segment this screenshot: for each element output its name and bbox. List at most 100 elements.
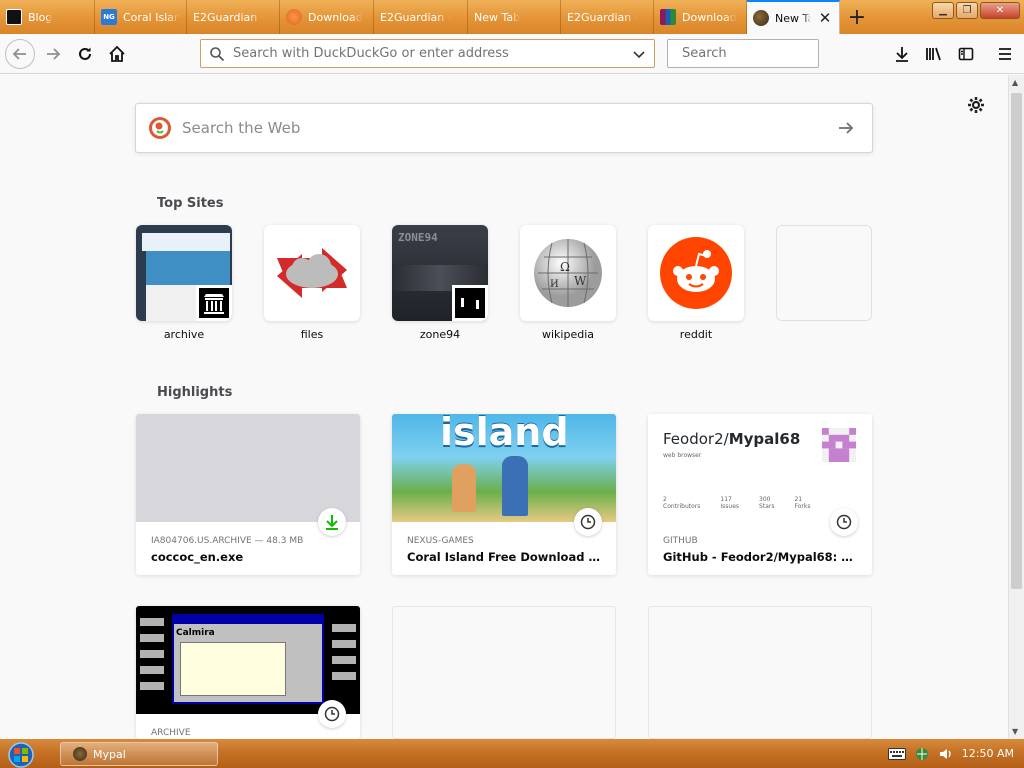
top-site-wikipedia[interactable]: ΩW И wikipedia bbox=[520, 225, 616, 341]
firefox-favicon bbox=[286, 9, 302, 25]
tab-label: Blog bbox=[28, 10, 53, 24]
repo-stat: 2 Contributors bbox=[663, 496, 700, 510]
history-icon bbox=[324, 706, 340, 722]
minimize-button[interactable]: ▁ bbox=[932, 2, 954, 19]
top-site-reddit[interactable]: reddit bbox=[648, 225, 744, 341]
restore-icon: ❐ bbox=[962, 5, 972, 16]
reload-button[interactable] bbox=[70, 39, 100, 69]
library-icon bbox=[926, 47, 941, 61]
highlight-card-coccoc[interactable]: IA804706.US.ARCHIVE — 48.3 MB coccoc_en.… bbox=[136, 414, 360, 575]
tab-strip: Blog NG Coral Island E2Guardian - Downlo… bbox=[0, 0, 1024, 34]
duckduckgo-logo-icon bbox=[149, 117, 171, 139]
scroll-up-icon[interactable]: ▲ bbox=[1012, 78, 1018, 87]
tab-blog[interactable]: Blog bbox=[0, 0, 95, 34]
history-badge bbox=[574, 508, 602, 536]
repo-stat: 300 Stars bbox=[759, 496, 774, 510]
card-context: ARCHIVE bbox=[151, 728, 191, 738]
preferences-button[interactable] bbox=[966, 95, 986, 115]
scroll-thumb[interactable] bbox=[1011, 93, 1022, 589]
tab-label: New Tab bbox=[474, 10, 521, 24]
new-tab-page: Top Sites archive files ZONE94 zone94 bbox=[0, 75, 1008, 739]
history-icon bbox=[580, 514, 596, 530]
downloads-button[interactable] bbox=[887, 39, 917, 69]
clock[interactable]: 12:50 AM bbox=[962, 747, 1014, 760]
tab-e2guardian-2[interactable]: E2Guardian - bbox=[374, 0, 468, 34]
url-input[interactable] bbox=[233, 46, 632, 61]
highlight-card-archive[interactable]: Calmira ARCHIVE bbox=[136, 606, 360, 739]
scroll-down-icon[interactable]: ▼ bbox=[1012, 727, 1018, 736]
home-icon bbox=[109, 45, 125, 62]
navigation-toolbar bbox=[0, 34, 1024, 74]
site-label: files bbox=[300, 328, 324, 341]
tab-label: E2Guardian - bbox=[567, 10, 639, 24]
tab-label: E2Guardian - bbox=[193, 10, 265, 24]
highlight-card-empty bbox=[648, 606, 872, 739]
site-thumbnail: ZONE94 bbox=[392, 225, 488, 321]
repo-name: Mypal68 bbox=[728, 430, 801, 448]
tab-download-1[interactable]: Download bbox=[280, 0, 374, 34]
new-tab-button[interactable]: + bbox=[843, 3, 871, 31]
forward-button[interactable] bbox=[38, 39, 68, 69]
coral-island-game-art: island bbox=[440, 414, 569, 454]
download-arrow-icon bbox=[896, 47, 908, 62]
repo-stat: 117 Issues bbox=[720, 496, 739, 510]
tab-label: E2Guardian - bbox=[380, 10, 452, 24]
repo-stats: 2 Contributors 117 Issues 300 Stars 21 Forks bbox=[663, 496, 810, 510]
chevron-down-icon[interactable] bbox=[632, 47, 646, 61]
tab-e2guardian-3[interactable]: E2Guardian - bbox=[561, 0, 654, 34]
tab-new-tab-1[interactable]: New Tab bbox=[468, 0, 561, 34]
back-button[interactable] bbox=[5, 39, 35, 69]
card-preview bbox=[136, 414, 360, 522]
taskbar-mypal-window[interactable]: Mypal bbox=[60, 742, 218, 766]
search-input[interactable] bbox=[682, 46, 852, 61]
blog-favicon bbox=[6, 9, 22, 25]
network-icon[interactable] bbox=[914, 746, 930, 762]
sidebar-button[interactable] bbox=[951, 39, 981, 69]
arrow-right-icon[interactable] bbox=[836, 118, 856, 138]
close-tab-icon[interactable]: ✕ bbox=[817, 9, 833, 27]
search-bar[interactable] bbox=[667, 39, 852, 68]
top-site-archive[interactable]: archive bbox=[136, 225, 232, 341]
top-site-empty[interactable] bbox=[776, 225, 872, 328]
restore-button[interactable]: ❐ bbox=[956, 2, 978, 19]
forward-arrow-icon bbox=[47, 48, 61, 60]
start-button[interactable] bbox=[6, 742, 42, 768]
library-button[interactable] bbox=[919, 39, 949, 69]
volume-icon[interactable] bbox=[938, 746, 954, 762]
close-window-button[interactable]: ✕ bbox=[980, 2, 1020, 19]
site-label: zone94 bbox=[419, 328, 461, 341]
reload-icon bbox=[79, 47, 91, 60]
hamburger-icon bbox=[999, 48, 1011, 60]
web-search-box[interactable] bbox=[135, 103, 873, 153]
tab-label: Download bbox=[308, 10, 363, 24]
card-context: GITHUB bbox=[663, 536, 698, 546]
highlight-card-coral-island[interactable]: island NEXUS-GAMES Coral Island Free Dow… bbox=[392, 414, 616, 575]
home-button[interactable] bbox=[102, 39, 132, 69]
archive-icon bbox=[196, 285, 232, 321]
tab-e2guardian-1[interactable]: E2Guardian - bbox=[187, 0, 280, 34]
web-search-input[interactable] bbox=[182, 119, 836, 137]
stat-label: Contributors bbox=[663, 503, 701, 510]
history-badge bbox=[830, 508, 858, 536]
highlight-card-github[interactable]: Feodor2/Mypal68 web browser 2 Contributor… bbox=[648, 414, 872, 575]
url-bar[interactable] bbox=[200, 39, 655, 68]
repo-heading: Feodor2/Mypal68 bbox=[663, 430, 800, 448]
site-placeholder bbox=[776, 225, 872, 321]
keyboard-icon[interactable] bbox=[887, 747, 906, 760]
highlight-card-empty bbox=[392, 606, 616, 739]
system-tray: 12:50 AM bbox=[887, 739, 1024, 768]
identicon-icon bbox=[822, 428, 856, 462]
download-badge bbox=[318, 508, 346, 536]
minimize-icon: ▁ bbox=[939, 5, 947, 16]
sidebar-icon bbox=[958, 47, 974, 61]
top-site-files[interactable]: files bbox=[264, 225, 360, 341]
card-preview: Feodor2/Mypal68 web browser 2 Contributor… bbox=[648, 414, 872, 522]
tab-coral-island[interactable]: NG Coral Island bbox=[95, 0, 187, 34]
vertical-scrollbar[interactable]: ▲ ▼ bbox=[1008, 75, 1024, 739]
tab-download-2[interactable]: Download bbox=[654, 0, 747, 34]
stat-label: Forks bbox=[794, 503, 811, 510]
menu-button[interactable] bbox=[990, 39, 1020, 69]
site-thumbnail bbox=[136, 225, 232, 321]
tab-new-tab-active[interactable]: New Tab ✕ bbox=[747, 0, 840, 34]
top-site-zone94[interactable]: ZONE94 zone94 bbox=[392, 225, 488, 341]
